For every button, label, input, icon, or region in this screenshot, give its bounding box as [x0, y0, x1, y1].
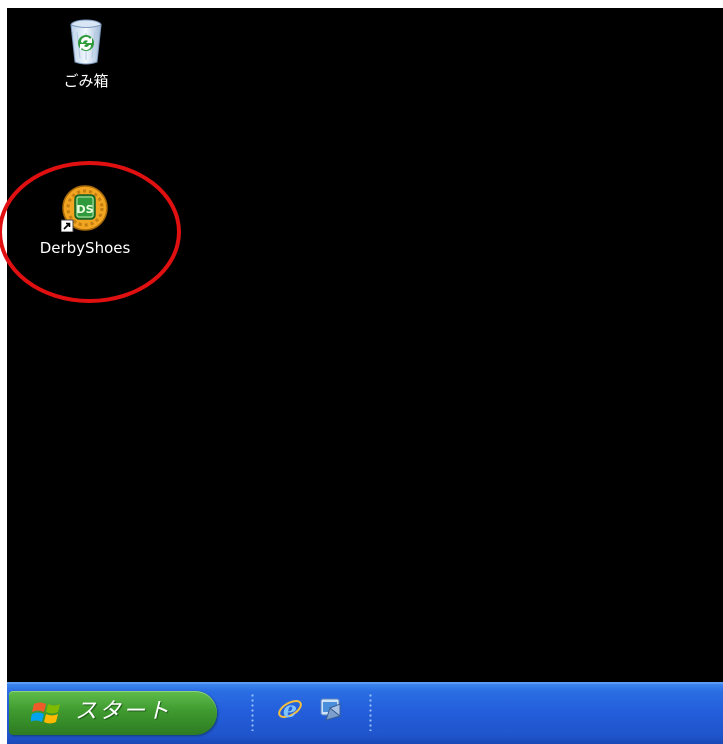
- recycle-bin-icon: [70, 19, 102, 65]
- app-badge-text: DS: [76, 203, 93, 216]
- desktop: ごみ箱 DS DerbyShoes: [7, 8, 723, 682]
- taskbar: スタート e: [7, 682, 723, 744]
- derbyshoes-app-icon: DS: [61, 185, 108, 232]
- desktop-icon-label: DerbyShoes: [39, 239, 131, 257]
- svg-text:e: e: [283, 697, 297, 722]
- quick-launch-grip[interactable]: [369, 693, 372, 731]
- show-desktop-icon[interactable]: [318, 696, 344, 722]
- internet-explorer-icon[interactable]: e: [277, 696, 303, 722]
- desktop-icon-derbyshoes[interactable]: DS DerbyShoes: [30, 184, 140, 257]
- quick-launch-grip[interactable]: [251, 693, 254, 731]
- desktop-icon-recycle-bin[interactable]: ごみ箱: [31, 18, 141, 90]
- start-button[interactable]: スタート: [9, 691, 217, 735]
- desktop-icon-label: ごみ箱: [63, 72, 109, 90]
- windows-logo-icon: [31, 702, 60, 724]
- start-label: スタート: [75, 699, 172, 724]
